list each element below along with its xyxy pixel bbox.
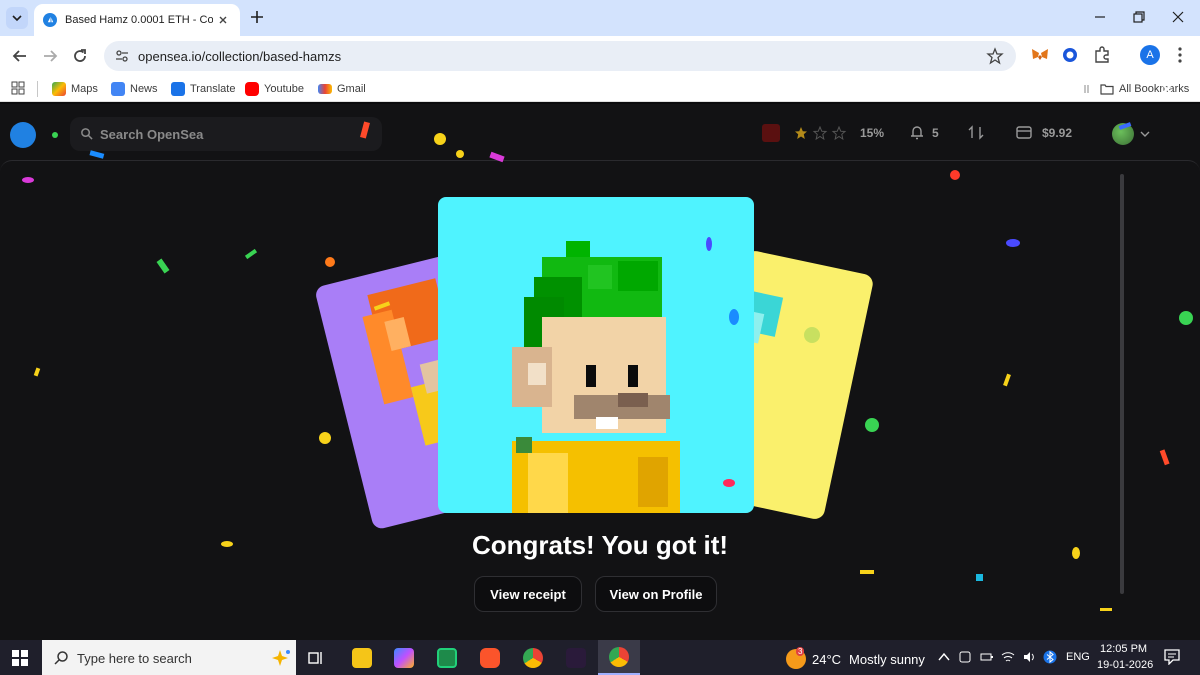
- tab-active[interactable]: Based Hamz 0.0001 ETH - Colle: [34, 4, 240, 36]
- file-explorer-icon[interactable]: [352, 648, 372, 668]
- account-avatar[interactable]: [1112, 123, 1134, 145]
- maps-icon: [52, 82, 66, 96]
- windows-start-icon[interactable]: [12, 650, 28, 666]
- opensea-header: Search OpenSea 15% 5 $9.92: [0, 104, 1200, 158]
- bookmark-news[interactable]: News: [111, 81, 158, 97]
- weather-widget[interactable]: 3 24°C Mostly sunny: [786, 647, 925, 669]
- windows-taskbar: Type here to search 3 24°C Mostly sunny …: [0, 640, 1200, 675]
- weather-sun-icon: 3: [786, 647, 806, 669]
- rewards-avatar-icon[interactable]: [762, 124, 780, 142]
- bookmarks-separator: [37, 81, 38, 97]
- browser-menu-icon[interactable]: [1172, 45, 1188, 65]
- search-icon: [54, 651, 68, 665]
- app-purple-icon[interactable]: [566, 648, 586, 668]
- congrats-heading: Congrats! You got it!: [471, 530, 729, 560]
- opensea-favicon-icon: [43, 13, 57, 27]
- gmail-icon: [318, 84, 332, 94]
- news-icon: [111, 82, 125, 96]
- temperature: 24°C: [812, 651, 842, 667]
- extension-ring-icon[interactable]: [1060, 45, 1080, 65]
- bookmarks-chevron-icon[interactable]: [1083, 83, 1093, 95]
- forward-icon[interactable]: [40, 46, 60, 66]
- all-bookmarks-label: All Bookmarks: [1119, 83, 1190, 95]
- view-on-profile-button[interactable]: View on Profile: [595, 576, 717, 612]
- bookmark-label: Youtube: [264, 83, 304, 95]
- metamask-icon[interactable]: [1030, 45, 1050, 65]
- bookmark-star-icon[interactable]: [986, 47, 1004, 65]
- tray-chevron-up-icon[interactable]: [938, 652, 950, 662]
- clock-time[interactable]: 12:05 PM: [1100, 643, 1147, 655]
- tray-app-icon[interactable]: [958, 650, 972, 664]
- bookmark-label: News: [130, 83, 158, 95]
- wallet-icon[interactable]: [1016, 126, 1032, 139]
- search-placeholder: Search OpenSea: [100, 127, 204, 142]
- browser-toolbar: opensea.io/collection/based-hamzs: [0, 36, 1200, 76]
- opensea-logo-icon[interactable]: [10, 122, 36, 148]
- nft-card-main: [438, 197, 754, 513]
- close-modal-icon[interactable]: [1158, 80, 1176, 98]
- swap-icon[interactable]: [968, 125, 984, 140]
- copilot-sparkle-icon: [272, 650, 290, 666]
- address-bar[interactable]: opensea.io/collection/based-hamzs: [104, 41, 1016, 71]
- brave-icon[interactable]: [480, 648, 500, 668]
- nft-main-artwork: [512, 241, 680, 513]
- back-icon[interactable]: [10, 46, 30, 66]
- translate-icon: [171, 82, 185, 96]
- restore-icon[interactable]: [1131, 9, 1147, 25]
- weather-condition: Mostly sunny: [849, 651, 925, 667]
- bookmark-maps[interactable]: Maps: [52, 81, 98, 97]
- bookmark-label: Translate: [190, 83, 236, 95]
- chrome-icon: [609, 647, 629, 667]
- pycharm-icon[interactable]: [437, 648, 457, 668]
- view-receipt-button[interactable]: View receipt: [474, 576, 582, 612]
- taskbar-search-input[interactable]: Type here to search: [42, 640, 296, 675]
- network-status-icon: [52, 132, 58, 138]
- bookmark-translate[interactable]: Translate: [171, 81, 235, 97]
- tab-search-button[interactable]: [6, 7, 28, 29]
- close-window-icon[interactable]: [1170, 9, 1186, 25]
- task-view-icon[interactable]: [306, 648, 326, 668]
- profile-avatar[interactable]: A: [1140, 45, 1160, 65]
- bell-icon[interactable]: [910, 125, 924, 140]
- extensions-puzzle-icon[interactable]: [1092, 45, 1112, 65]
- chrome-active-taskbar-button[interactable]: [598, 640, 640, 675]
- url-text: opensea.io/collection/based-hamzs: [138, 49, 342, 64]
- battery-icon[interactable]: [980, 650, 994, 664]
- youtube-icon: [245, 82, 259, 96]
- tab-strip: Based Hamz 0.0001 ETH - Colle: [0, 0, 1200, 36]
- bluetooth-icon[interactable]: [1043, 650, 1057, 664]
- notification-center-icon[interactable]: [1164, 649, 1180, 665]
- clock-date[interactable]: 19-01-2026: [1097, 659, 1153, 671]
- opensea-search-input[interactable]: Search OpenSea: [70, 117, 382, 151]
- bookmarks-bar: Maps News Translate Youtube Gmail All Bo…: [0, 76, 1200, 102]
- reload-icon[interactable]: [70, 46, 90, 66]
- chevron-down-icon: [12, 15, 22, 22]
- weather-badge: 3: [796, 647, 805, 656]
- chrome-icon[interactable]: [523, 648, 543, 668]
- bookmark-youtube[interactable]: Youtube: [245, 81, 304, 97]
- new-tab-icon[interactable]: [248, 8, 266, 26]
- progress-percent: 15%: [860, 126, 885, 140]
- search-icon: [81, 128, 93, 140]
- tab-title: Based Hamz 0.0001 ETH - Colle: [65, 14, 213, 26]
- site-info-icon[interactable]: [114, 48, 130, 64]
- apps-grid-icon[interactable]: [11, 81, 25, 95]
- bookmark-label: Gmail: [337, 83, 366, 95]
- bookmark-label: Maps: [71, 83, 98, 95]
- screen: Based Hamz 0.0001 ETH - Colle opensea.io…: [0, 0, 1200, 675]
- wallet-balance: $9.92: [1042, 126, 1073, 140]
- chevron-down-icon[interactable]: [1140, 130, 1150, 138]
- copilot-app-icon[interactable]: [394, 648, 414, 668]
- star-rating-icon: [795, 126, 847, 140]
- taskbar-search-placeholder: Type here to search: [77, 651, 192, 666]
- notification-count: 5: [932, 126, 939, 140]
- folder-icon: [1100, 84, 1114, 95]
- close-tab-icon[interactable]: [216, 13, 230, 27]
- wifi-icon[interactable]: [1001, 650, 1015, 664]
- bookmark-gmail[interactable]: Gmail: [318, 81, 366, 97]
- language-indicator[interactable]: ENG: [1066, 651, 1090, 663]
- minimize-icon[interactable]: [1092, 9, 1108, 25]
- volume-icon[interactable]: [1022, 650, 1036, 664]
